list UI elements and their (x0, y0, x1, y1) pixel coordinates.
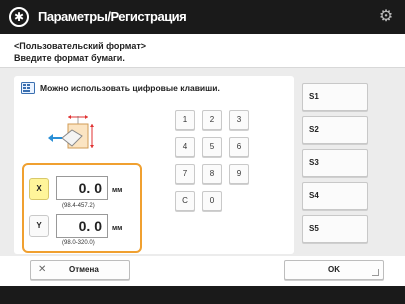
cancel-button[interactable]: ✕ Отмена (30, 260, 130, 280)
key-8[interactable]: 8 (202, 164, 222, 184)
keypad-hint-icon (21, 82, 35, 94)
title-bar: ✱ Параметры/Регистрация ⚙ (0, 0, 405, 34)
key-clear[interactable]: C (175, 191, 195, 211)
saved-size-s4-button[interactable]: S4 (302, 182, 368, 210)
format-heading: <Пользовательский формат> (14, 41, 146, 51)
saved-size-s3-button[interactable]: S3 (302, 149, 368, 177)
instruction-area: <Пользовательский формат> Введите формат… (0, 34, 405, 68)
key-2[interactable]: 2 (202, 110, 222, 130)
y-unit-label: мм (112, 225, 123, 232)
y-value-field[interactable]: 0. 0 (56, 214, 108, 238)
ok-label: OK (328, 265, 340, 274)
paper-dimension-icon (48, 115, 94, 149)
ok-button[interactable]: OK (284, 260, 384, 280)
corner-mark-icon (372, 269, 379, 276)
gear-icon[interactable]: ⚙ (377, 8, 395, 26)
saved-size-s1-button[interactable]: S1 (302, 83, 368, 111)
key-7[interactable]: 7 (175, 164, 195, 184)
saved-size-s5-button[interactable]: S5 (302, 215, 368, 243)
key-3[interactable]: 3 (229, 110, 249, 130)
settings-app-icon: ✱ (9, 7, 29, 27)
cancel-label: Отмена (69, 265, 99, 274)
y-axis-button[interactable]: Y (29, 215, 49, 237)
page-title: Параметры/Регистрация (38, 9, 187, 24)
keypad-hint-text: Можно использовать цифровые клавиши. (40, 83, 220, 93)
x-axis-button[interactable]: X (29, 178, 49, 200)
y-range-label: (98.0-320.0) (62, 240, 95, 246)
key-4[interactable]: 4 (175, 137, 195, 157)
x-value-field[interactable]: 0. 0 (56, 176, 108, 200)
key-6[interactable]: 6 (229, 137, 249, 157)
bottom-bar (0, 286, 405, 304)
key-0[interactable]: 0 (202, 191, 222, 211)
key-9[interactable]: 9 (229, 164, 249, 184)
x-unit-label: мм (112, 187, 123, 194)
key-5[interactable]: 5 (202, 137, 222, 157)
x-range-label: (98.4-457.2) (62, 203, 95, 209)
close-icon: ✕ (38, 264, 47, 275)
saved-size-s2-button[interactable]: S2 (302, 116, 368, 144)
instruction-text: Введите формат бумаги. (14, 53, 125, 63)
key-1[interactable]: 1 (175, 110, 195, 130)
